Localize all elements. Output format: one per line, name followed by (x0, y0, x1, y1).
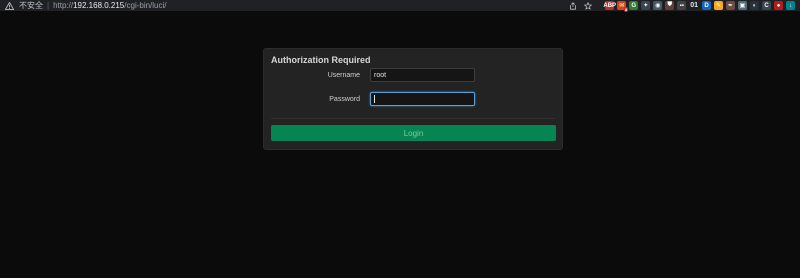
address-box[interactable]: 不安全 | http://192.168.0.215/cgi-bin/luci/ (0, 0, 167, 11)
username-field[interactable] (370, 68, 475, 82)
adblock-icon[interactable]: ABP (603, 1, 616, 10)
security-label[interactable]: 不安全 (19, 0, 43, 11)
login-button[interactable]: Login (271, 125, 556, 141)
login-panel: Authorization Required Username Password… (263, 48, 563, 150)
text-caret (374, 95, 375, 103)
panel-title: Authorization Required (271, 55, 371, 65)
grammar-icon[interactable]: G (629, 1, 639, 10)
password-field[interactable] (370, 92, 475, 106)
pen-icon[interactable]: ✒ (726, 1, 735, 10)
tampermonkey-icon[interactable]: ▪▪ (677, 1, 687, 10)
share-icon[interactable] (569, 1, 577, 10)
url-host[interactable]: 192.168.0.215 (73, 1, 124, 10)
dark-mode-icon[interactable]: ◐ (750, 1, 759, 10)
bookmark-star-icon[interactable] (584, 1, 593, 10)
address-actions (569, 1, 593, 10)
panel-divider (271, 118, 555, 119)
warning-icon[interactable] (5, 1, 14, 10)
translate-icon[interactable]: ✦ (641, 1, 651, 10)
url-scheme[interactable]: http:// (53, 1, 73, 10)
notification-badge: 8 (623, 7, 629, 12)
username-label: Username (327, 72, 360, 79)
download-icon[interactable]: ↓ (786, 1, 795, 10)
notes-icon[interactable]: ✎ (714, 1, 723, 10)
shield-icon[interactable]: ⛊ (665, 1, 675, 10)
extension-toolbar: ABP ✉ 8 G ✦ ◉ ⛊ ▪▪ 01 D ✎ ✒ ▣ ◐ C ● ↓ (603, 1, 800, 12)
address-separator: | (47, 1, 50, 10)
url-path[interactable]: /cgi-bin/luci/ (124, 1, 166, 10)
counter-icon[interactable]: 01 (689, 1, 699, 10)
record-icon[interactable]: ● (774, 1, 783, 10)
browser-address-bar: 不安全 | http://192.168.0.215/cgi-bin/luci/… (0, 0, 800, 12)
camera-icon[interactable]: ◉ (653, 1, 663, 10)
password-label: Password (329, 96, 360, 103)
mail-icon[interactable]: ✉ 8 (617, 1, 629, 12)
loading-icon[interactable]: C (762, 1, 771, 10)
dictionary-icon[interactable]: D (702, 1, 711, 10)
capture-icon[interactable]: ▣ (738, 1, 747, 10)
